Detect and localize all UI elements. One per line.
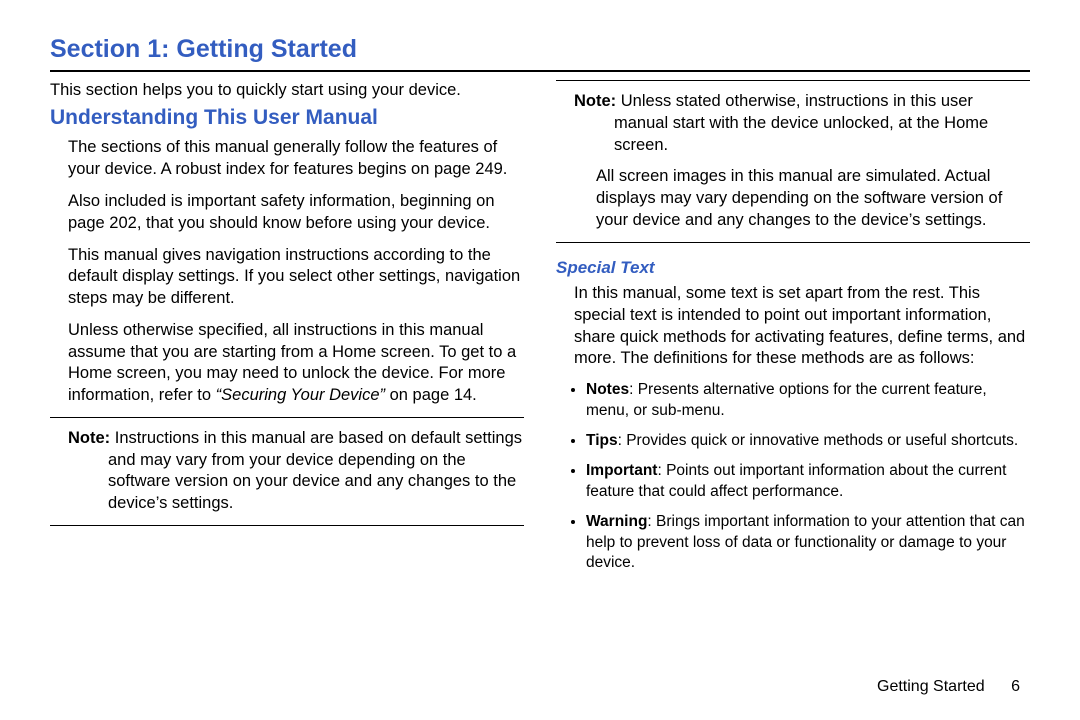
definitions-list: Notes: Presents alternative options for … [556,380,1030,574]
page-footer: Getting Started 6 [877,678,1020,696]
note-text: Unless stated otherwise, instructions in… [614,92,988,154]
definition-text: : Presents alternative options for the c… [586,381,987,418]
note-block: Note: Unless stated otherwise, instructi… [556,91,1030,156]
list-item: Notes: Presents alternative options for … [586,380,1030,421]
note-block: Note: Instructions in this manual are ba… [50,428,524,515]
paragraph-with-xref: Unless otherwise specified, all instruct… [68,320,524,407]
definition-text: : Provides quick or innovative methods o… [618,432,1019,449]
note-label: Note: [574,92,616,110]
footer-section-label: Getting Started [877,678,985,695]
paragraph-text: on page 14. [385,386,477,404]
cross-reference: “Securing Your Device” [216,386,385,404]
divider-rule [50,417,524,418]
list-item: Important: Points out important informat… [586,461,1030,502]
note-text: Instructions in this manual are based on… [108,429,522,512]
divider-rule [556,242,1030,243]
manual-page: Section 1: Getting Started This section … [0,0,1080,720]
page-number: 6 [1011,678,1020,696]
title-rule [50,70,1030,72]
paragraph: Also included is important safety inform… [68,191,524,235]
definition-term: Warning [586,513,647,530]
list-item: Warning: Brings important information to… [586,512,1030,573]
divider-rule [556,80,1030,81]
definition-term: Notes [586,381,629,398]
paragraph: This manual gives navigation instruction… [68,245,524,310]
definition-term: Tips [586,432,618,449]
divider-rule [50,525,524,526]
section-title: Section 1: Getting Started [50,35,1030,64]
left-column: This section helps you to quickly start … [50,80,524,584]
paragraph: The sections of this manual generally fo… [68,137,524,181]
two-column-body: This section helps you to quickly start … [50,80,1030,584]
definition-text: : Brings important information to your a… [586,513,1025,571]
note-label: Note: [68,429,110,447]
note-continuation: All screen images in this manual are sim… [556,166,1030,231]
list-item: Tips: Provides quick or innovative metho… [586,431,1030,451]
definition-term: Important [586,462,657,479]
paragraph: In this manual, some text is set apart f… [556,283,1030,370]
body-block: The sections of this manual generally fo… [50,137,524,406]
sub-subsection-heading: Special Text [556,257,1030,279]
intro-paragraph: This section helps you to quickly start … [50,80,524,102]
subsection-heading: Understanding This User Manual [50,104,524,132]
right-column: Note: Unless stated otherwise, instructi… [556,80,1030,584]
